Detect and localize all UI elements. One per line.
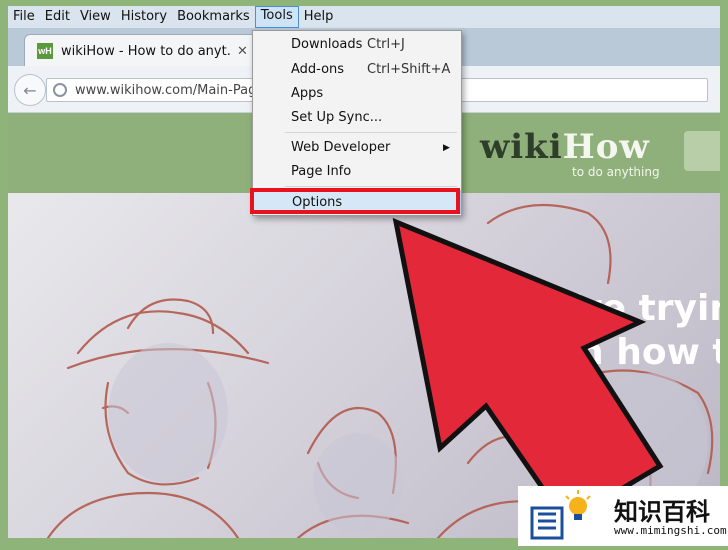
watermark-url: www.mimingshi.com [614, 524, 727, 537]
watermark-chinese-text: 知识百科 [614, 498, 710, 526]
watermark: 知识百科 www.mimingshi.com [518, 486, 728, 546]
red-arrow-icon [392, 217, 664, 526]
screenshot-frame: File Edit View History Bookmarks Tools H… [0, 0, 728, 546]
book-lightbulb-icon [530, 490, 591, 540]
